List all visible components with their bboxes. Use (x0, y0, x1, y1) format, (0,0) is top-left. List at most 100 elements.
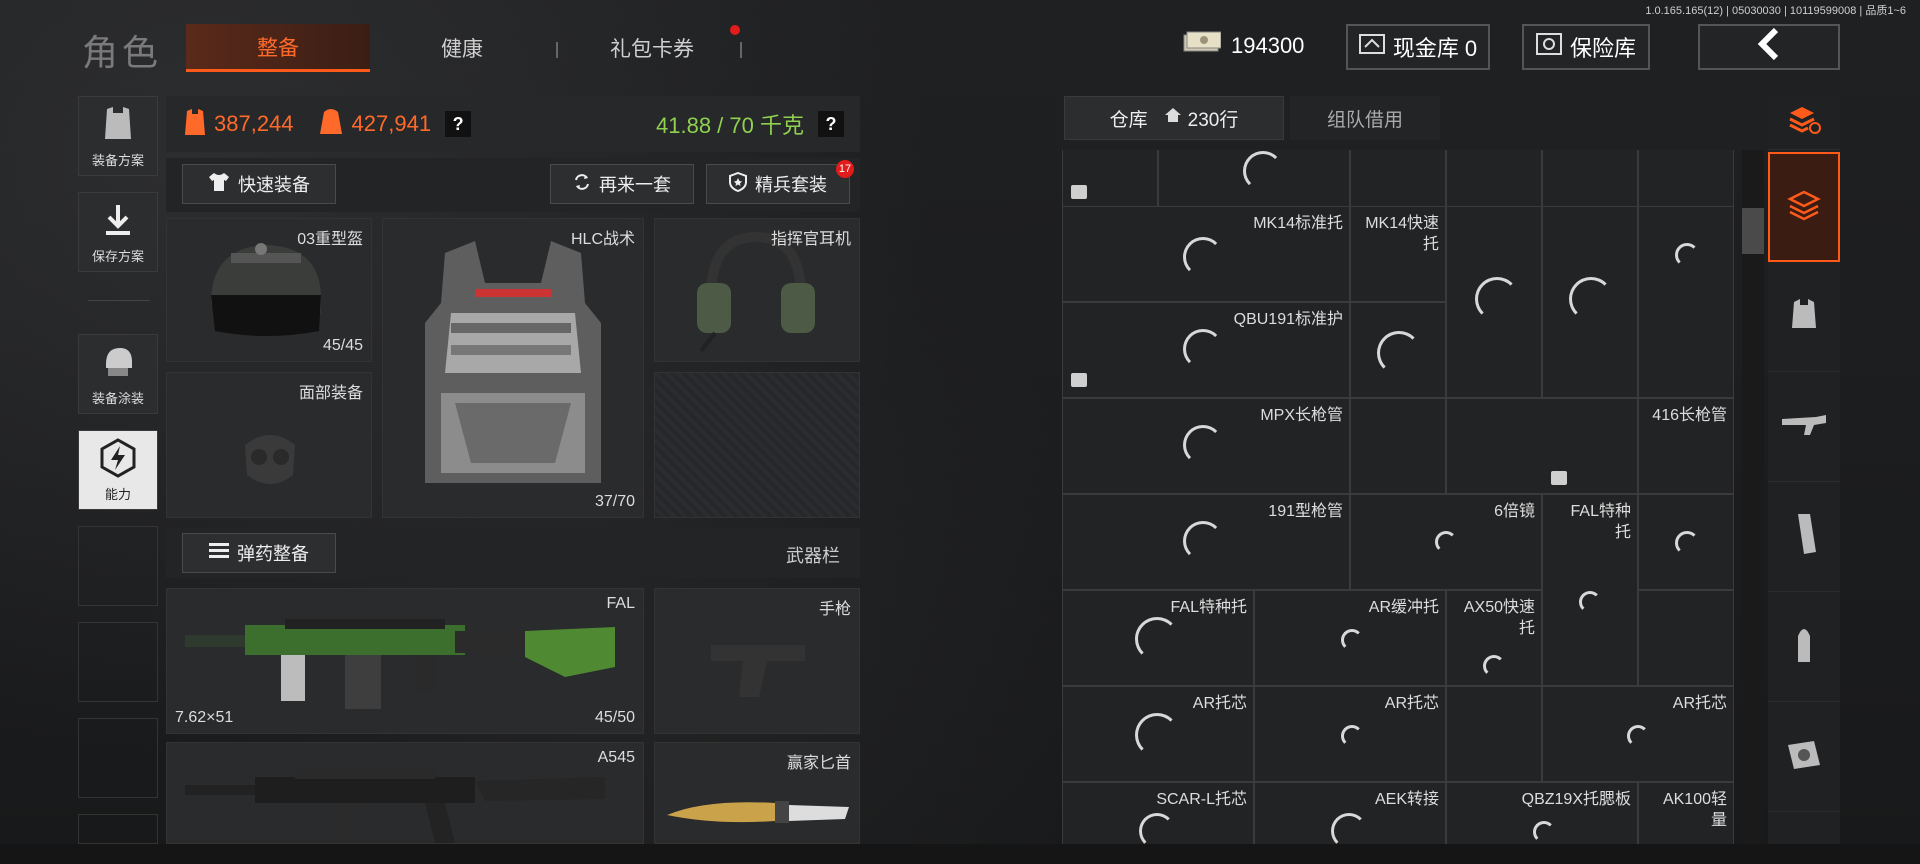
pistol-slot[interactable]: 手枪 (654, 588, 860, 734)
elite-set-label: 精兵套装 (755, 175, 827, 195)
item-name: FAL特种托 (1170, 599, 1247, 616)
pistol-icon (711, 645, 805, 697)
grid-cell[interactable] (1638, 590, 1734, 686)
empty-slot (78, 814, 158, 844)
item-name: SCAR-L托芯 (1156, 791, 1247, 808)
tab-equip[interactable]: 整备 (186, 24, 370, 72)
empty-gear-slot[interactable] (654, 372, 860, 518)
grid-cell[interactable]: AR托芯 (1254, 686, 1446, 782)
rifle-icon (185, 769, 605, 843)
grid-cell[interactable]: AX50快速 托 (1446, 590, 1542, 686)
tab-gift[interactable]: 礼包卡券 (560, 24, 744, 72)
item-name: AR托芯 (1672, 695, 1727, 712)
item-name: AR缓冲托 (1368, 599, 1439, 616)
quick-equip-button[interactable]: 快速装备 (182, 164, 336, 204)
shirt-icon (208, 172, 230, 197)
grid-cell[interactable]: 416长枪管 (1638, 398, 1734, 494)
grid-cell[interactable]: AR托芯 (1542, 686, 1734, 782)
category-all[interactable] (1768, 152, 1840, 262)
grid-cell[interactable] (1446, 686, 1542, 782)
vest-icon (425, 241, 601, 483)
loading-icon (1475, 277, 1519, 321)
grid-cell[interactable] (1638, 206, 1734, 398)
grid-cell[interactable]: QBZ19X托腮板 (1446, 782, 1638, 844)
mask-icon (245, 435, 295, 484)
category-magazines[interactable] (1768, 482, 1840, 592)
equip-value: 387,244 (214, 111, 294, 136)
skin-button[interactable]: 装备涂装 (78, 334, 158, 414)
layers-icon (1786, 187, 1822, 228)
grid-cell[interactable] (1446, 398, 1638, 494)
category-armor[interactable] (1768, 262, 1840, 372)
grid-cell[interactable]: 191型枪管 (1062, 494, 1350, 590)
grid-cell[interactable] (1638, 494, 1734, 590)
face-slot[interactable]: 面部装备 (166, 372, 372, 518)
warehouse-grid: 首 枪管 托 MK14标准托 MK14快速 托 QBU191标准护 MPX长枪管… (1062, 150, 1734, 844)
item-name: MK14标准托 (1253, 215, 1343, 232)
empty-slot (78, 622, 158, 702)
save-plan-button[interactable]: 保存方案 (78, 192, 158, 272)
helmet-slot[interactable]: 03重型盔 45/45 (166, 218, 372, 362)
grid-cell[interactable] (1542, 206, 1638, 398)
headset-slot[interactable]: 指挥官耳机 (654, 218, 860, 362)
loading-icon (1183, 521, 1223, 561)
loading-icon (1627, 725, 1649, 747)
grid-cell[interactable]: MK14标准托 (1062, 206, 1350, 302)
grid-cell[interactable]: QBU191标准护 (1062, 302, 1350, 398)
item-name: FAL特种 托 (1570, 503, 1631, 541)
item-name: AX50快速 托 (1463, 599, 1535, 637)
ammo-button[interactable]: 弹药整备 (182, 533, 336, 573)
again-label: 再来一套 (599, 175, 671, 195)
grid-cell[interactable]: 6倍镜 (1350, 494, 1542, 590)
grid-cell[interactable]: SCAR-L托芯 (1062, 782, 1254, 844)
elite-badge: 17 (836, 160, 854, 178)
vest-slot[interactable]: HLC战术 37/70 (382, 218, 644, 518)
category-weapons[interactable] (1768, 372, 1840, 482)
grid-cell[interactable] (1350, 302, 1446, 398)
refresh-icon (573, 173, 591, 196)
tab-team-borrow[interactable]: 组队借用 (1290, 96, 1440, 140)
loading-icon (1135, 617, 1179, 661)
loading-icon (1135, 713, 1179, 757)
tab-warehouse[interactable]: 仓库 230行 (1064, 96, 1284, 140)
elite-set-button[interactable]: 精兵套装 (706, 164, 850, 204)
melee-slot[interactable]: 赢家匕首 (654, 742, 860, 844)
tab-health[interactable]: 健康 (370, 24, 554, 72)
again-button[interactable]: 再来一套 (550, 164, 694, 204)
grid-cell[interactable]: AK100轻 量 (1638, 782, 1734, 844)
loadout-plan-button[interactable]: 装备方案 (78, 96, 158, 176)
grid-cell[interactable]: MK14快速 托 (1350, 206, 1446, 302)
help-icon[interactable]: ? (445, 111, 472, 137)
total-value: 427,941 (351, 111, 432, 136)
item-name: 191型枪管 (1268, 503, 1343, 520)
grid-cell[interactable]: FAL特种托 (1062, 590, 1254, 686)
insurance-button[interactable]: 保险库 (1522, 24, 1650, 70)
weapon-bar-label: 武器栏 (786, 546, 840, 566)
grid-cell[interactable] (1350, 398, 1446, 494)
shield-icon (729, 171, 747, 197)
grid-scrollbar[interactable] (1742, 150, 1764, 844)
category-filter[interactable] (1768, 96, 1840, 150)
grid-cell[interactable]: FAL特种 托 (1542, 494, 1638, 686)
chevron-left-icon (1754, 27, 1784, 66)
grid-cell[interactable]: AEK转接 (1254, 782, 1446, 844)
grid-cell[interactable]: AR缓冲托 (1254, 590, 1446, 686)
version-text: 1.0.165.165(12) | 05030030 | 10119599008… (1645, 5, 1906, 17)
category-attachments[interactable] (1768, 702, 1840, 812)
notification-dot (730, 25, 740, 35)
vest-icon (98, 104, 138, 144)
ability-button[interactable]: 能力 (78, 430, 158, 510)
back-button[interactable] (1698, 24, 1840, 70)
category-ammo[interactable] (1768, 592, 1840, 702)
grid-cell[interactable]: AR托芯 (1062, 686, 1254, 782)
item-name: 416长枪管 (1652, 407, 1727, 424)
home-icon (1164, 107, 1182, 129)
cash-vault-button[interactable]: 现金库 0 (1346, 24, 1490, 70)
grid-cell[interactable] (1446, 206, 1542, 398)
item-name: AK100轻 量 (1662, 791, 1727, 829)
scroll-thumb[interactable] (1742, 208, 1764, 254)
grid-cell[interactable]: MPX长枪管 (1062, 398, 1350, 494)
primary-weapon-slot[interactable]: FAL 7.62×51 45/50 (166, 588, 644, 734)
weight-help-icon[interactable]: ? (818, 111, 844, 137)
secondary-weapon-slot[interactable]: A545 (166, 742, 644, 844)
